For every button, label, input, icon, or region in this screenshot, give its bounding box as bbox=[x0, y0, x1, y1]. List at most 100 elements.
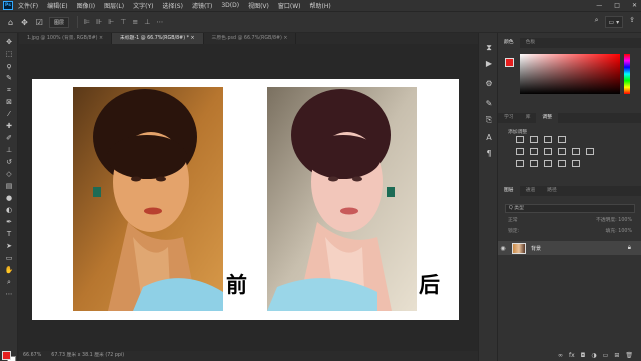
restore-button[interactable]: □ bbox=[614, 2, 620, 9]
hue-slider[interactable] bbox=[624, 54, 630, 94]
link-layers-icon[interactable]: ∞ bbox=[558, 352, 563, 359]
levels-icon[interactable] bbox=[530, 136, 538, 143]
more-options-icon[interactable]: ⋯ bbox=[156, 18, 163, 26]
dodge-tool-icon[interactable]: ◐ bbox=[4, 205, 14, 215]
color-panel-foreground-swatch[interactable] bbox=[505, 58, 514, 67]
layer-filter-input[interactable]: Q 类型 bbox=[505, 204, 635, 213]
tab-adjustments[interactable]: 调整 bbox=[536, 113, 559, 123]
black-white-icon[interactable] bbox=[558, 148, 566, 155]
eyedropper-icon[interactable]: ⁄ bbox=[4, 109, 14, 119]
quick-select-icon[interactable]: ✎ bbox=[4, 73, 14, 83]
menu-image[interactable]: 图像(I) bbox=[77, 1, 95, 10]
tab-paths[interactable]: 路径 bbox=[541, 186, 563, 196]
move-tool-icon[interactable]: ✥ bbox=[21, 18, 28, 27]
align-top-icon[interactable]: ⊤ bbox=[120, 18, 126, 26]
brush-settings-icon[interactable]: ✎ bbox=[484, 99, 494, 109]
type-tool-icon[interactable]: T bbox=[4, 229, 14, 239]
trash-icon[interactable]: 🗑︎ bbox=[625, 352, 633, 359]
brush-tool-icon[interactable]: ✐ bbox=[4, 133, 14, 143]
menu-edit[interactable]: 编辑(E) bbox=[47, 1, 67, 10]
new-group-icon[interactable]: ▭ bbox=[603, 352, 609, 359]
fill-field[interactable]: 填充: 100% bbox=[606, 227, 632, 236]
lasso-tool-icon[interactable]: ϙ bbox=[4, 61, 14, 71]
tab-color[interactable]: 颜色 bbox=[498, 38, 520, 48]
crop-tool-icon[interactable]: ⌗ bbox=[4, 85, 14, 95]
path-select-icon[interactable]: ➤ bbox=[4, 241, 14, 251]
align-center-icon[interactable]: ⊪ bbox=[96, 18, 102, 26]
menu-3d[interactable]: 3D(D) bbox=[221, 2, 239, 9]
new-adjustment-icon[interactable]: ◑ bbox=[591, 352, 596, 359]
healing-brush-icon[interactable]: ✚ bbox=[4, 121, 14, 131]
hue-saturation-icon[interactable] bbox=[530, 148, 538, 155]
eye-icon[interactable]: ◉ bbox=[498, 245, 508, 252]
rectangle-tool-icon[interactable]: ▭ bbox=[4, 253, 14, 263]
close-button[interactable]: ✕ bbox=[632, 2, 637, 9]
color-picker-field[interactable] bbox=[520, 54, 620, 94]
exposure-icon[interactable] bbox=[558, 136, 566, 143]
properties-icon[interactable]: ⚙ bbox=[484, 79, 494, 89]
photo-filter-icon[interactable] bbox=[572, 148, 580, 155]
home-icon[interactable]: ⌂ bbox=[8, 18, 13, 27]
menu-window[interactable]: 窗口(W) bbox=[278, 1, 301, 10]
invert-icon[interactable] bbox=[516, 160, 524, 167]
vibrance-icon[interactable] bbox=[516, 148, 524, 155]
selective-color-icon[interactable] bbox=[558, 160, 566, 167]
search-icon[interactable]: ⌕ bbox=[595, 16, 599, 28]
align-middle-icon[interactable]: ≡ bbox=[132, 18, 138, 26]
tab-untitled-1[interactable]: 未标题-1 @ 66.7%(RGB/8#) * × bbox=[112, 33, 204, 44]
gradient-tool-icon[interactable]: ▤ bbox=[4, 181, 14, 191]
menu-view[interactable]: 视图(V) bbox=[248, 1, 269, 10]
align-left-icon[interactable]: ⊫ bbox=[84, 18, 90, 26]
menu-filter[interactable]: 滤镜(T) bbox=[192, 1, 212, 10]
opacity-field[interactable]: 不透明度: 100% bbox=[596, 216, 632, 225]
auto-select-dropdown[interactable]: 图层 bbox=[48, 16, 69, 28]
menu-type[interactable]: 文字(Y) bbox=[133, 1, 153, 10]
zoom-level[interactable]: 66.67% bbox=[23, 351, 41, 361]
document-info[interactable]: 67.73 厘米 x 38.1 厘米 (72 ppi) bbox=[51, 351, 124, 361]
tab-swatches[interactable]: 色板 bbox=[520, 38, 542, 48]
history-icon[interactable]: ⧗ bbox=[484, 43, 494, 53]
clone-stamp-icon[interactable]: ⊥ bbox=[4, 145, 14, 155]
posterize-icon[interactable] bbox=[530, 160, 538, 167]
curves-icon[interactable] bbox=[544, 136, 552, 143]
frame-tool-icon[interactable]: ⊠ bbox=[4, 97, 14, 107]
tab-libraries[interactable]: 库 bbox=[520, 113, 537, 123]
threshold-icon[interactable] bbox=[544, 160, 552, 167]
play-actions-icon[interactable]: ▶ bbox=[484, 59, 494, 69]
layer-name[interactable]: 背景 bbox=[531, 245, 541, 252]
new-layer-icon[interactable]: ⊞ bbox=[614, 352, 619, 359]
tab-channels[interactable]: 通道 bbox=[520, 186, 542, 196]
paragraph-panel-icon[interactable]: ¶ bbox=[484, 149, 494, 159]
workspace-dropdown-icon[interactable]: ▭ ▾ bbox=[604, 16, 624, 28]
document-canvas[interactable]: 前 后 bbox=[32, 79, 459, 320]
layer-style-icon[interactable]: fx bbox=[569, 352, 575, 359]
layer-row-background[interactable]: ◉ 背景 🔒︎ bbox=[498, 241, 641, 255]
menu-layer[interactable]: 图层(L) bbox=[104, 1, 124, 10]
canvas-area[interactable]: 前 后 bbox=[19, 44, 478, 351]
blur-tool-icon[interactable]: ● bbox=[4, 193, 14, 203]
foreground-color-swatch[interactable] bbox=[2, 351, 11, 360]
add-mask-icon[interactable]: ◘ bbox=[581, 352, 586, 359]
gradient-map-icon[interactable] bbox=[572, 160, 580, 167]
history-brush-icon[interactable]: ↺ bbox=[4, 157, 14, 167]
menu-select[interactable]: 选择(S) bbox=[162, 1, 183, 10]
character-panel-icon[interactable]: A bbox=[484, 133, 494, 143]
hand-tool-icon[interactable]: ✋ bbox=[4, 265, 14, 275]
more-tools-icon[interactable]: ⋯ bbox=[4, 289, 14, 299]
color-balance-icon[interactable] bbox=[544, 148, 552, 155]
share-icon[interactable]: ⇪ bbox=[629, 16, 635, 28]
tab-1-jpg[interactable]: 1.jpg @ 100% (背景, RGB/8#) × bbox=[19, 33, 113, 44]
tab-learn[interactable]: 学习 bbox=[498, 113, 520, 123]
menu-file[interactable]: 文件(F) bbox=[18, 1, 38, 10]
minimize-button[interactable]: — bbox=[596, 2, 602, 9]
move-tool-icon[interactable]: ✥ bbox=[4, 37, 14, 47]
brightness-contrast-icon[interactable] bbox=[516, 136, 524, 143]
eraser-icon[interactable]: ◇ bbox=[4, 169, 14, 179]
clone-source-icon[interactable]: ⎘ bbox=[484, 115, 494, 125]
marquee-tool-icon[interactable]: ⬚ bbox=[4, 49, 14, 59]
zoom-tool-icon[interactable]: ⌕ bbox=[4, 277, 14, 287]
tab-primary-colors[interactable]: 三原色.psd @ 66.7%(RGB/8#) × bbox=[204, 33, 297, 44]
channel-mixer-icon[interactable] bbox=[586, 148, 594, 155]
align-right-icon[interactable]: ⊩ bbox=[108, 18, 114, 26]
menu-help[interactable]: 帮助(H) bbox=[310, 1, 331, 10]
